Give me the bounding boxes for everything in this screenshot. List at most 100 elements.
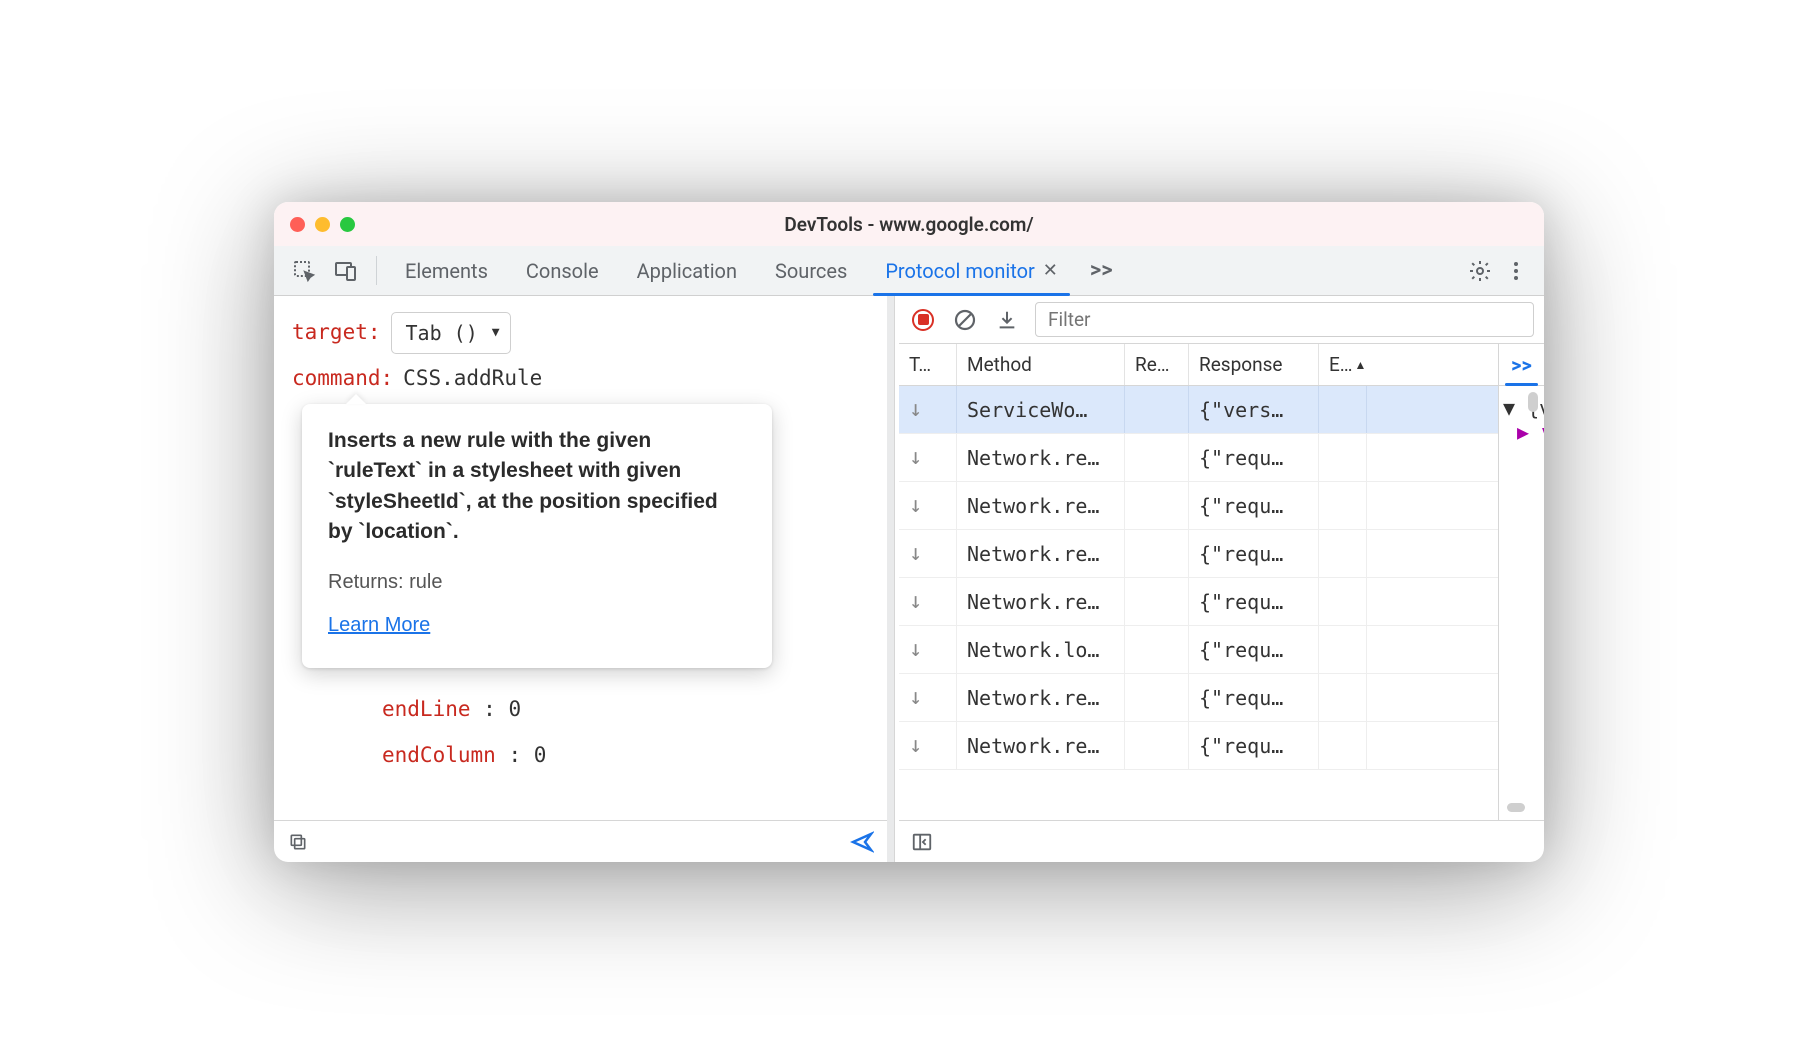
cell-response: {"requ… bbox=[1189, 674, 1319, 721]
tab-label: Console bbox=[526, 259, 599, 283]
cell-dir: ↓ bbox=[899, 722, 957, 769]
cell-response: {"requ… bbox=[1189, 578, 1319, 625]
table-row[interactable]: ↓Network.re… {"requ… bbox=[899, 530, 1498, 578]
kebab-menu-icon[interactable] bbox=[1506, 259, 1526, 283]
pane-splitter[interactable] bbox=[889, 296, 899, 862]
param-row[interactable]: endLine : 0 bbox=[382, 686, 546, 732]
chevron-down-icon: ▼ bbox=[492, 321, 500, 344]
devtools-window: DevTools - www.google.com/ Elements Cons… bbox=[274, 202, 1544, 862]
cell-response: {"requ… bbox=[1189, 434, 1319, 481]
cell-request bbox=[1125, 482, 1189, 529]
settings-icon[interactable] bbox=[1468, 259, 1492, 283]
cell-dir: ↓ bbox=[899, 386, 957, 433]
target-select[interactable]: Tab () ▼ bbox=[391, 312, 511, 354]
send-button[interactable] bbox=[850, 830, 874, 854]
chevrons-icon: >> bbox=[1090, 258, 1113, 283]
cell-request bbox=[1125, 386, 1189, 433]
cell-method: ServiceWo… bbox=[957, 386, 1125, 433]
chevrons-icon: >> bbox=[1511, 353, 1532, 377]
col-request[interactable]: Re… bbox=[1125, 344, 1189, 385]
cell-method: Network.re… bbox=[957, 722, 1125, 769]
tab-protocol-monitor[interactable]: Protocol monitor ✕ bbox=[869, 246, 1074, 295]
param-row[interactable]: endColumn : 0 bbox=[382, 732, 546, 778]
toggle-sidebar-icon[interactable] bbox=[911, 831, 933, 853]
log-toolbar bbox=[899, 296, 1544, 344]
cell-dir: ↓ bbox=[899, 578, 957, 625]
command-editor[interactable]: target: Tab () ▼ command: CSS.addRule In… bbox=[274, 296, 888, 820]
protocol-log-pane: T… Method Re… Response E…▲ ↓ServiceWo…{"… bbox=[899, 296, 1544, 862]
cell-response: {"requ… bbox=[1189, 626, 1319, 673]
cell-request bbox=[1125, 674, 1189, 721]
tab-label: Sources bbox=[775, 259, 847, 283]
tab-application[interactable]: Application bbox=[621, 246, 753, 295]
params-block: endLine : 0 endColumn : 0 bbox=[382, 686, 546, 778]
titlebar: DevTools - www.google.com/ bbox=[274, 202, 1544, 246]
cell-request bbox=[1125, 434, 1189, 481]
cell-elapsed bbox=[1319, 578, 1367, 625]
scrollbar-thumb-h[interactable] bbox=[1507, 803, 1525, 812]
cell-method: Network.re… bbox=[957, 530, 1125, 577]
filter-input[interactable] bbox=[1035, 302, 1534, 337]
target-value: Tab () bbox=[406, 315, 478, 351]
table-row[interactable]: ↓Network.re…{"requ… bbox=[899, 674, 1498, 722]
cell-elapsed bbox=[1319, 434, 1367, 481]
cell-method: Network.lo… bbox=[957, 626, 1125, 673]
table-header: T… Method Re… Response E…▲ bbox=[899, 344, 1498, 386]
log-table: T… Method Re… Response E…▲ ↓ServiceWo…{"… bbox=[899, 344, 1498, 820]
cell-method: Network.re… bbox=[957, 578, 1125, 625]
log-footer bbox=[899, 820, 1544, 862]
clear-icon[interactable] bbox=[951, 306, 979, 334]
record-button[interactable] bbox=[909, 306, 937, 334]
tree-node[interactable]: ▶ ver bbox=[1503, 420, 1540, 444]
cell-method: Network.re… bbox=[957, 482, 1125, 529]
command-editor-pane: target: Tab () ▼ command: CSS.addRule In… bbox=[274, 296, 889, 862]
col-response[interactable]: Response bbox=[1189, 344, 1319, 385]
cell-response: {"requ… bbox=[1189, 530, 1319, 577]
divider bbox=[376, 256, 377, 285]
more-tabs-button[interactable]: >> bbox=[1080, 246, 1123, 295]
table-row[interactable]: ↓Network.re… {"requ… bbox=[899, 578, 1498, 626]
close-window-button[interactable] bbox=[290, 217, 305, 232]
cell-elapsed bbox=[1319, 482, 1367, 529]
cell-dir: ↓ bbox=[899, 434, 957, 481]
zoom-window-button[interactable] bbox=[340, 217, 355, 232]
table-row[interactable]: ↓Network.re… {"requ… bbox=[899, 434, 1498, 482]
detail-more-tabs[interactable]: >> bbox=[1499, 344, 1544, 386]
tab-console[interactable]: Console bbox=[510, 246, 615, 295]
command-label: command: bbox=[292, 360, 393, 398]
cell-method: Network.re… bbox=[957, 434, 1125, 481]
tab-elements[interactable]: Elements bbox=[389, 246, 504, 295]
learn-more-link[interactable]: Learn More bbox=[328, 614, 430, 636]
col-type[interactable]: T… bbox=[899, 344, 957, 385]
tooltip-description: Inserts a new rule with the given `ruleT… bbox=[328, 426, 746, 548]
table-row[interactable]: ↓Network.lo…{"requ… bbox=[899, 626, 1498, 674]
table-row[interactable]: ↓ServiceWo…{"vers… bbox=[899, 386, 1498, 434]
tab-label: Protocol monitor bbox=[885, 259, 1034, 283]
scrollbar-thumb[interactable] bbox=[1528, 392, 1538, 412]
table-row[interactable]: ↓Network.re… {"requ… bbox=[899, 722, 1498, 770]
table-row[interactable]: ↓Network.re…{"requ… bbox=[899, 482, 1498, 530]
cell-elapsed bbox=[1319, 386, 1367, 433]
minimize-window-button[interactable] bbox=[315, 217, 330, 232]
tab-sources[interactable]: Sources bbox=[759, 246, 863, 295]
close-icon[interactable]: ✕ bbox=[1043, 260, 1058, 281]
command-value[interactable]: CSS.addRule bbox=[403, 360, 542, 398]
editor-footer bbox=[274, 820, 888, 862]
inspect-element-icon[interactable] bbox=[286, 246, 322, 295]
cell-elapsed bbox=[1319, 626, 1367, 673]
cell-response: {"requ… bbox=[1189, 482, 1319, 529]
tab-label: Application bbox=[637, 259, 737, 283]
cell-request bbox=[1125, 626, 1189, 673]
cell-method: Network.re… bbox=[957, 674, 1125, 721]
copy-icon[interactable] bbox=[288, 832, 308, 852]
device-toggle-icon[interactable] bbox=[328, 246, 364, 295]
col-method[interactable]: Method bbox=[957, 344, 1125, 385]
cell-response: {"requ… bbox=[1189, 722, 1319, 769]
cell-dir: ↓ bbox=[899, 530, 957, 577]
window-title: DevTools - www.google.com/ bbox=[274, 213, 1544, 236]
download-icon[interactable] bbox=[993, 306, 1021, 334]
col-elapsed[interactable]: E…▲ bbox=[1319, 344, 1367, 385]
traffic-lights bbox=[290, 217, 355, 232]
main-tabbar: Elements Console Application Sources Pro… bbox=[274, 246, 1544, 296]
cell-request bbox=[1125, 530, 1189, 577]
